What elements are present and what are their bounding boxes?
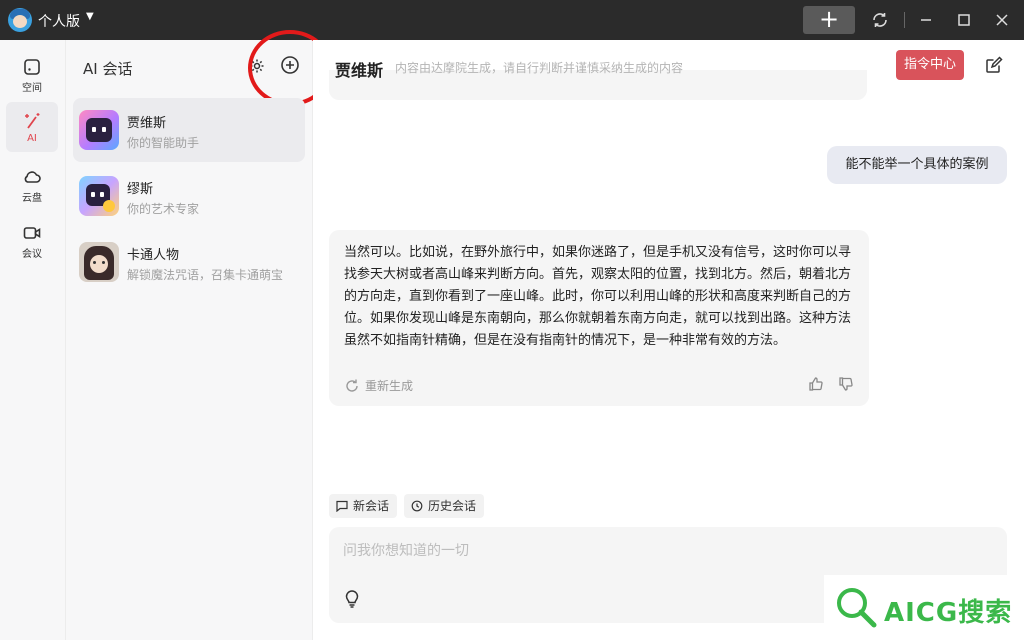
new-session-label: 新会话 [353,499,390,513]
watermark-logo: AICG搜索 [824,575,1024,640]
session-name: 缪斯 [127,182,154,197]
rail-item-cloud[interactable]: 云盘 [6,158,58,208]
watermark-text: AICG搜索 [884,598,1013,628]
chat-disclaimer: 内容由达摩院生成，请自行判断并谨慎采纳生成的内容 [395,61,684,75]
session-desc: 你的智能助手 [127,136,200,150]
edit-icon[interactable] [985,56,1003,74]
maximize-icon[interactable] [954,10,974,30]
sync-icon[interactable] [870,10,890,30]
session-item-muse[interactable]: 缪斯 你的艺术专家 [73,164,305,228]
video-icon [23,227,41,239]
muse-avatar [79,176,119,216]
left-rail: 空间 AI 云盘 会议 [0,40,66,640]
rail-item-label: 空间 [22,83,42,94]
command-center-button[interactable]: 指令中心 [896,50,964,80]
chat-title: 贾维斯 [335,61,384,80]
regenerate-button[interactable]: 重新生成 [365,377,413,394]
rail-item-label: 会议 [22,249,42,260]
lightbulb-icon[interactable] [344,590,360,608]
rail-item-label: 云盘 [22,193,42,204]
thumbs-down-icon[interactable] [838,376,854,392]
ai-message: 当然可以。比如说，在野外旅行中，如果你迷路了，但是手机又没有信号，这时你可以寻找… [329,230,869,406]
titlebar-divider [904,12,905,28]
session-name: 贾维斯 [127,116,167,131]
rail-item-space[interactable]: 空间 [6,48,58,98]
chat-bubble-icon [336,500,348,512]
chevron-down-icon[interactable]: ▼ [86,11,94,22]
chat-input-placeholder: 问我你想知道的一切 [343,543,469,559]
rail-item-label: AI [27,133,37,144]
session-panel: AI 会话 贾维斯 你的智能助手 缪斯 你的艺术专家 卡通人物 解锁魔法咒语，召… [66,30,332,640]
session-desc: 你的艺术专家 [127,202,200,216]
edition-label[interactable]: 个人版 [38,11,80,31]
cartoon-avatar [79,242,119,282]
refresh-icon[interactable] [344,378,360,394]
magic-wand-icon [25,113,40,129]
magnifier-icon [837,588,877,628]
space-icon [24,59,40,75]
user-avatar[interactable] [8,8,32,32]
chat-panel: 贾维斯 内容由达摩院生成，请自行判断并谨慎采纳生成的内容 指令中心 能不能举一个… [313,40,1024,640]
rail-item-meeting[interactable]: 会议 [6,214,58,264]
thumbs-up-icon[interactable] [808,376,824,392]
user-message: 能不能举一个具体的案例 [827,146,1007,184]
history-icon [411,500,423,512]
jarvis-avatar [79,110,119,150]
session-name: 卡通人物 [127,248,180,263]
title-bar: 个人版 ▼ + [0,0,1024,40]
new-session-button[interactable]: 新会话 [329,494,398,518]
session-panel-title: AI 会话 [83,60,133,78]
history-button[interactable]: 历史会话 [404,494,485,518]
new-button[interactable]: + [803,6,855,34]
rail-item-ai[interactable]: AI [6,102,58,152]
ai-message-text: 当然可以。比如说，在野外旅行中，如果你迷路了，但是手机又没有信号，这时你可以寻找… [344,245,852,348]
session-item-cartoon[interactable]: 卡通人物 解锁魔法咒语，召集卡通萌宝 [73,230,305,294]
session-desc: 解锁魔法咒语，召集卡通萌宝 [127,268,284,282]
history-label: 历史会话 [428,499,477,513]
session-item-jarvis[interactable]: 贾维斯 你的智能助手 [73,98,305,162]
minimize-icon[interactable] [916,10,936,30]
close-icon[interactable] [992,10,1012,30]
cloud-icon [24,171,41,183]
